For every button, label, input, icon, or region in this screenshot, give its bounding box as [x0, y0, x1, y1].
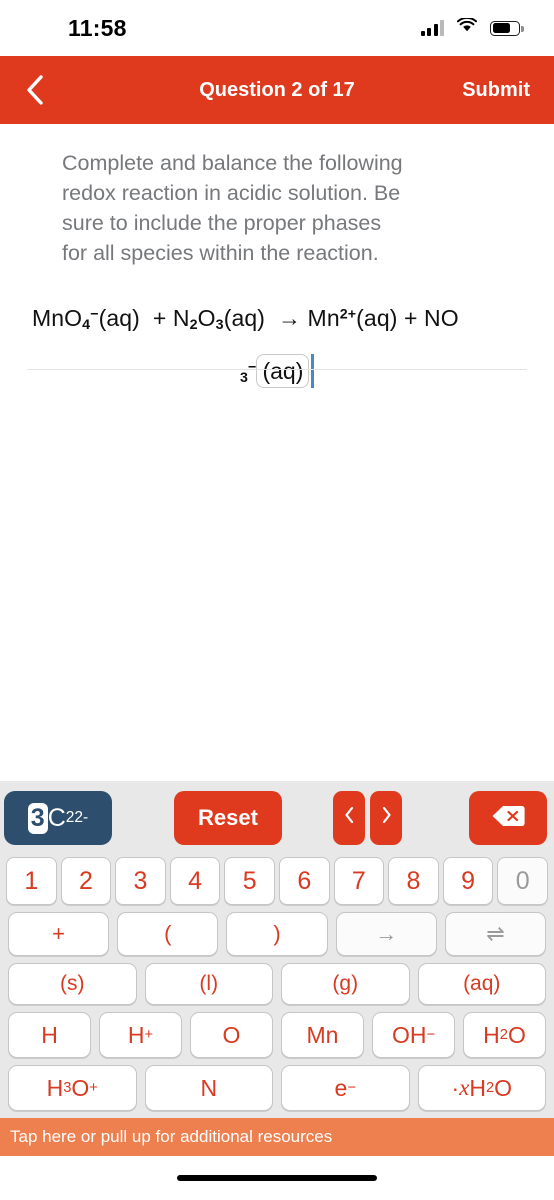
- status-time: 11:58: [68, 14, 127, 41]
- status-icons: [420, 16, 524, 38]
- equation-area[interactable]: MnO4−(aq) + N2O3(aq) → Mn2+(aq) + NO 3−(…: [0, 294, 554, 399]
- answer-token[interactable]: (aq): [256, 353, 310, 388]
- text-caret: [311, 353, 314, 388]
- cursor-nav-group: [333, 791, 402, 845]
- submit-button[interactable]: Submit: [462, 79, 530, 102]
- answer-divider: [27, 369, 527, 370]
- key-phase-l[interactable]: (l): [144, 963, 273, 1005]
- key-species-OH[interactable]: OH −: [372, 1012, 455, 1058]
- key-species-e[interactable]: e −: [281, 1065, 410, 1111]
- back-button[interactable]: [24, 68, 60, 112]
- key-species-H[interactable]: H +: [99, 1012, 182, 1058]
- key-species-HO[interactable]: H 3 O +: [8, 1065, 137, 1111]
- equation-line-2: 3− (aq): [10, 347, 544, 400]
- key-number-3[interactable]: 3: [115, 857, 166, 905]
- key-number-4[interactable]: 4: [169, 857, 221, 905]
- keyboard-tools-row: 3 C 2 2- Reset: [0, 789, 554, 847]
- key-number-8[interactable]: 8: [388, 857, 439, 905]
- wifi-icon: [457, 16, 477, 38]
- key-symbol-: →: [335, 912, 437, 956]
- navigation-bar: Question 2 of 17 Submit: [0, 56, 554, 124]
- keyboard-species-row-2: H 3 O + Ne − · x H2O: [0, 1065, 554, 1111]
- equation-line-1: MnO4−(aq) + N2O3(aq) → Mn2+(aq) + NO: [10, 294, 544, 347]
- app-screen: 11:58 Question 2 of 17 Submit Complete a…: [0, 0, 554, 1200]
- key-phase-g[interactable]: (g): [281, 963, 410, 1005]
- chevron-left-icon: [344, 806, 355, 830]
- cursor-next-button[interactable]: [370, 791, 402, 845]
- key-number-0: 0: [497, 857, 548, 905]
- selector-element: C: [47, 803, 66, 832]
- status-bar: 11:58: [0, 0, 554, 56]
- additional-resources-bar[interactable]: Tap here or pull up for additional resou…: [0, 1118, 554, 1156]
- question-prompt: Complete and balance the following redox…: [62, 151, 403, 265]
- keyboard-phase-row: (s) (l) (g) (aq): [0, 963, 554, 1005]
- cellular-signal-icon: [420, 20, 444, 36]
- selector-subscript: 2: [65, 809, 75, 826]
- chemistry-keyboard: 3 C 2 2- Reset 1 2 3 4 5 6 7 8 9 0 + ()…: [0, 781, 554, 1118]
- equation-line-2-prefix: 3−: [240, 359, 257, 387]
- key-symbol-: ⇌: [444, 912, 547, 956]
- additional-resources-label: Tap here or pull up for additional resou…: [10, 1127, 333, 1146]
- key-number-9[interactable]: 9: [442, 857, 494, 905]
- key-number-2[interactable]: 2: [60, 857, 112, 905]
- question-body: Complete and balance the following redox…: [0, 124, 554, 781]
- key-species-H[interactable]: H: [8, 1012, 91, 1058]
- home-indicator-area: [0, 1156, 554, 1200]
- equation-line-1-text: MnO4−(aq) + N2O3(aq) → Mn2+(aq) + NO: [32, 305, 459, 334]
- key-phase-aq[interactable]: (aq): [417, 963, 546, 1005]
- selector-superscript: 2-: [74, 809, 89, 826]
- keyboard-symbol-row: +() → ⇌: [0, 912, 554, 956]
- key-phase-s[interactable]: (s): [8, 963, 137, 1005]
- key-species-HO[interactable]: H2O: [463, 1012, 546, 1058]
- key-species-Mn[interactable]: Mn: [281, 1012, 364, 1058]
- battery-icon: [490, 20, 524, 36]
- key-number-1[interactable]: 1: [6, 857, 57, 905]
- key-number-5[interactable]: 5: [224, 857, 275, 905]
- chevron-left-icon: [24, 73, 46, 107]
- key-symbol-+[interactable]: +: [8, 912, 110, 956]
- cursor-previous-button[interactable]: [333, 791, 365, 845]
- keyboard-species-row-1: H H + O Mn OH − H 2 O: [0, 1012, 554, 1058]
- key-species-O[interactable]: O: [190, 1012, 273, 1058]
- key-number-6[interactable]: 6: [278, 857, 330, 905]
- key-species-HO[interactable]: · x H2O: [417, 1065, 546, 1111]
- key-number-7[interactable]: 7: [333, 857, 385, 905]
- keyboard-number-row: 1234567890: [0, 857, 554, 905]
- key-species-N[interactable]: N: [144, 1065, 273, 1111]
- coefficient-value: 3: [27, 802, 48, 834]
- coefficient-subscript-superscript-selector[interactable]: 3 C 2 2-: [4, 791, 112, 845]
- key-symbol-[interactable]: (: [117, 912, 219, 956]
- reset-button[interactable]: Reset: [174, 791, 282, 845]
- key-symbol-[interactable]: ): [226, 912, 328, 956]
- backspace-icon: [491, 804, 525, 833]
- home-indicator[interactable]: [177, 1175, 377, 1181]
- chevron-right-icon: [381, 806, 392, 830]
- backspace-button[interactable]: [469, 791, 547, 845]
